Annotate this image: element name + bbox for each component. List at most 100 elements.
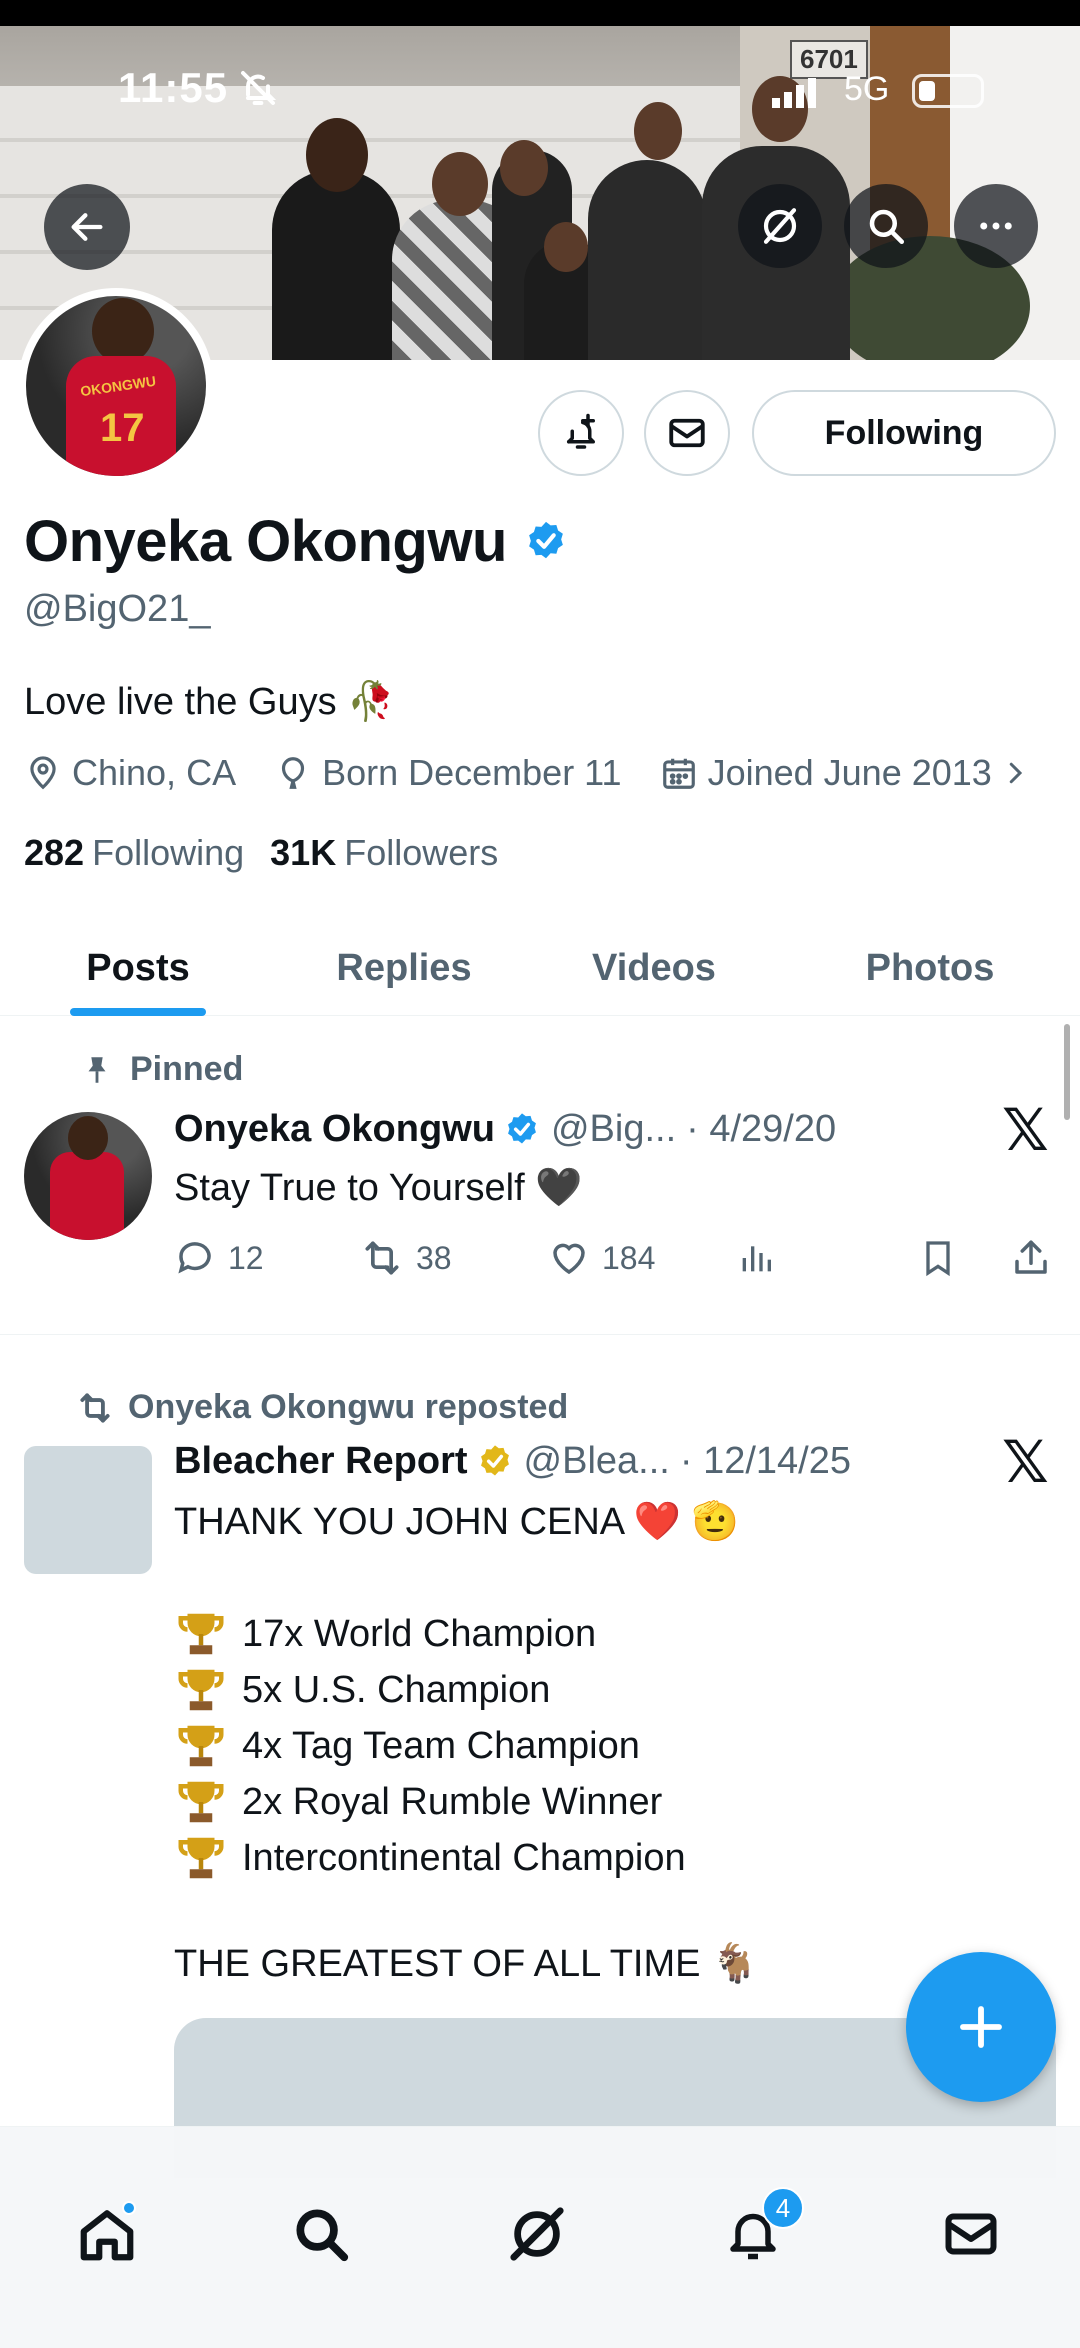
balloon-icon	[281, 757, 305, 789]
verified-badge-icon[interactable]	[523, 519, 569, 565]
following-button[interactable]: Following	[752, 390, 1056, 476]
post-date: · 12/14/25	[679, 1440, 851, 1482]
search-icon	[296, 2209, 349, 2262]
bell-plus-icon	[567, 413, 595, 449]
post-avatar[interactable]	[24, 1446, 152, 1574]
tab-photos[interactable]: Photos	[820, 920, 1040, 1016]
tab-posts[interactable]: Posts	[24, 920, 252, 1016]
notify-button[interactable]	[538, 390, 624, 476]
trophy-icon	[178, 1669, 224, 1711]
post-context: Onyeka Okongwu reposted	[80, 1388, 568, 1427]
profile-bio: Love live the Guys 🥀	[24, 681, 395, 723]
more-icon	[980, 222, 1012, 230]
post-pinned[interactable]: Pinned Onyeka Okongwu @Big... · 4/29/20 …	[0, 1016, 1080, 1336]
post-header: Onyeka Okongwu @Big... · 4/29/20	[174, 1108, 836, 1151]
post-handle: @Big...	[550, 1108, 677, 1150]
repost-icon	[365, 1241, 399, 1275]
calendar-icon	[662, 758, 695, 789]
envelope-icon	[945, 2213, 997, 2255]
profile-tabs: Posts Replies Videos Photos	[0, 920, 1080, 1016]
plus-icon	[960, 2006, 1002, 2048]
network-type: 5G	[844, 70, 890, 108]
post-header: Bleacher Report @Blea... · 12/14/25	[174, 1440, 851, 1483]
verified-badge-icon	[508, 1112, 536, 1143]
arrow-left-icon	[71, 213, 103, 241]
trophy-icon	[178, 1781, 224, 1823]
repost-icon	[80, 1392, 110, 1423]
grok-button[interactable]	[738, 184, 822, 268]
compose-button[interactable]	[906, 1952, 1056, 2102]
grok-icon	[763, 208, 797, 244]
search-button[interactable]	[844, 184, 928, 268]
reply-button[interactable]: 12	[174, 1237, 264, 1279]
tab-videos[interactable]: Videos	[548, 920, 760, 1016]
list-item: 4x Tag Team Champion	[174, 1718, 686, 1774]
chevron-right-icon[interactable]	[1000, 758, 1030, 788]
nav-grok[interactable]	[494, 2191, 580, 2277]
profile-location: Chino, CA	[72, 752, 237, 793]
top-edge	[0, 0, 1080, 26]
trophy-icon	[178, 1613, 224, 1655]
post-author[interactable]: Bleacher Report	[174, 1440, 468, 1483]
nav-search[interactable]	[278, 2191, 364, 2277]
bookmark-button[interactable]	[918, 1238, 958, 1278]
profile-joined: Joined June 2013	[707, 752, 992, 793]
post-date: · 4/29/20	[686, 1108, 837, 1150]
more-options-button[interactable]	[954, 184, 1038, 268]
profile-birthday: Born December 11	[322, 752, 622, 793]
views-button[interactable]	[736, 1238, 776, 1278]
list-item: 2x Royal Rumble Winner	[174, 1774, 686, 1830]
post-handle: @Blea...	[523, 1440, 670, 1482]
reply-icon	[178, 1242, 211, 1274]
profile-avatar[interactable]: OKONGWU 17	[18, 288, 214, 484]
nav-notifications[interactable]: 4	[710, 2187, 804, 2277]
list-item: 5x U.S. Champion	[174, 1662, 686, 1718]
x-logo-icon[interactable]: 𝕏	[1002, 1096, 1049, 1164]
grok-icon	[510, 2207, 564, 2261]
profile-name: Onyeka Okongwu	[24, 509, 507, 574]
share-button[interactable]	[1010, 1237, 1052, 1279]
post-author[interactable]: Onyeka Okongwu	[174, 1108, 495, 1151]
post-text-last: THE GREATEST OF ALL TIME 🐐	[174, 1943, 759, 1985]
repost-button[interactable]: 38	[360, 1236, 452, 1280]
bell-muted-icon	[241, 71, 277, 105]
like-button[interactable]: 184	[548, 1237, 655, 1279]
analytics-icon	[742, 1246, 771, 1272]
message-button[interactable]	[644, 390, 730, 476]
trophy-icon	[178, 1837, 224, 1879]
profile-name-row: Onyeka Okongwu	[24, 508, 569, 575]
profile-meta: Chino, CA Born December 11 Joined June 2…	[24, 752, 1078, 794]
bookmark-icon	[926, 1241, 950, 1277]
nav-home[interactable]	[64, 2191, 150, 2277]
x-logo-icon[interactable]: 𝕏	[1002, 1428, 1049, 1496]
trophy-icon	[178, 1725, 224, 1767]
verified-gold-badge-icon	[480, 1444, 509, 1475]
post-context: Pinned	[88, 1050, 243, 1089]
notifications-badge: 4	[762, 2187, 804, 2229]
status-bar: 11:55 5G	[0, 26, 1080, 136]
avatar-jersey: OKONGWU 17	[66, 356, 176, 476]
post-text: Stay True to Yourself 🖤	[174, 1167, 583, 1209]
following-count-link[interactable]: 282 Following	[24, 832, 244, 874]
post-trophy-list: 17x World Champion 5x U.S. Champion 4x T…	[174, 1606, 686, 1886]
share-icon	[1015, 1240, 1047, 1274]
envelope-icon	[669, 418, 705, 448]
search-icon	[869, 209, 905, 245]
nav-messages[interactable]	[928, 2191, 1014, 2277]
bottom-navigation: 4	[0, 2126, 1080, 2348]
tab-replies[interactable]: Replies	[300, 920, 508, 1016]
pin-icon	[88, 1056, 106, 1083]
back-button[interactable]	[44, 184, 130, 270]
profile-handle: @BigO21_	[24, 588, 211, 630]
signal-icon	[772, 78, 816, 108]
post-actions: 12 38 184	[174, 1230, 1054, 1286]
location-pin-icon	[30, 756, 56, 790]
status-time: 11:55	[118, 64, 229, 111]
battery-icon	[912, 74, 984, 108]
followers-count-link[interactable]: 31K Followers	[270, 832, 498, 874]
list-item: 17x World Champion	[174, 1606, 686, 1662]
heart-icon	[553, 1243, 585, 1275]
list-item: Intercontinental Champion	[174, 1830, 686, 1886]
post-divider	[0, 1334, 1080, 1335]
post-avatar[interactable]	[24, 1112, 152, 1240]
